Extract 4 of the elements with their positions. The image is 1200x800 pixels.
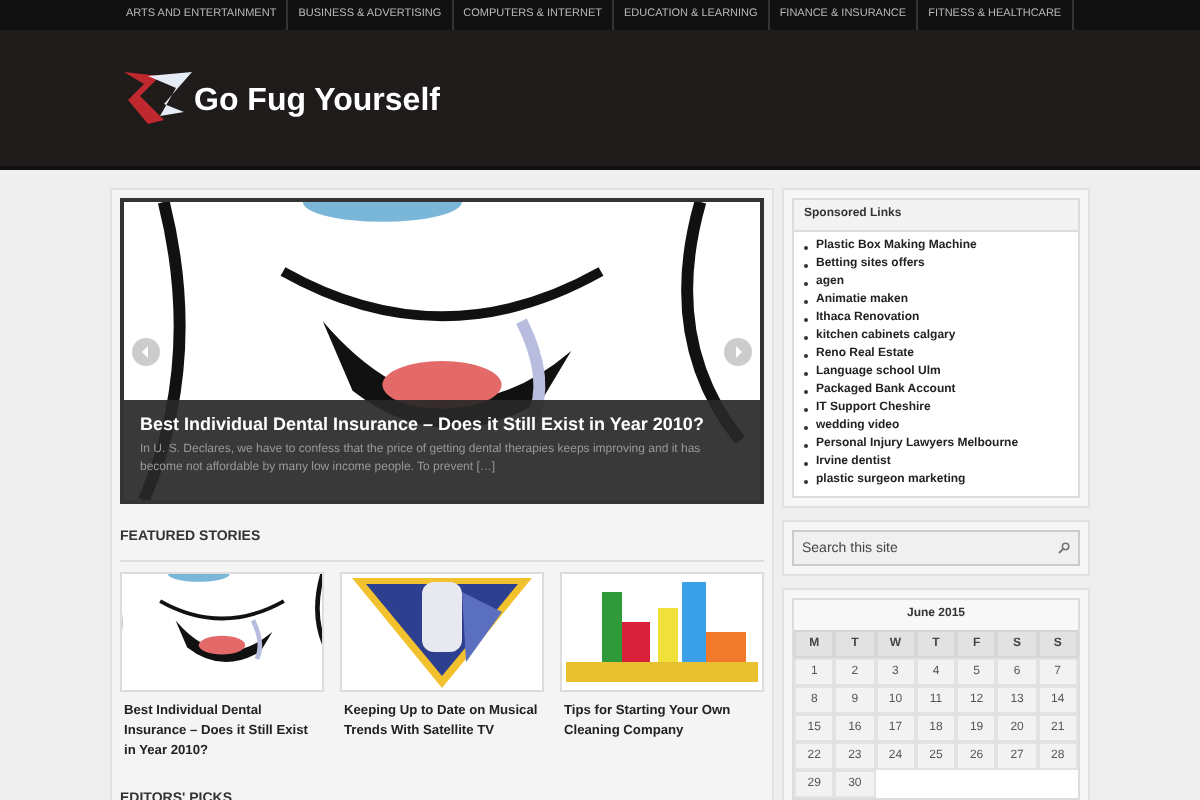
- logo-icon: [120, 68, 192, 128]
- search-icon[interactable]: [1058, 542, 1070, 554]
- slide-title[interactable]: Best Individual Dental Insurance – Does it Still Exist in Year 2010?: [140, 414, 744, 436]
- site-title: Go Fug Yourself: [194, 82, 440, 122]
